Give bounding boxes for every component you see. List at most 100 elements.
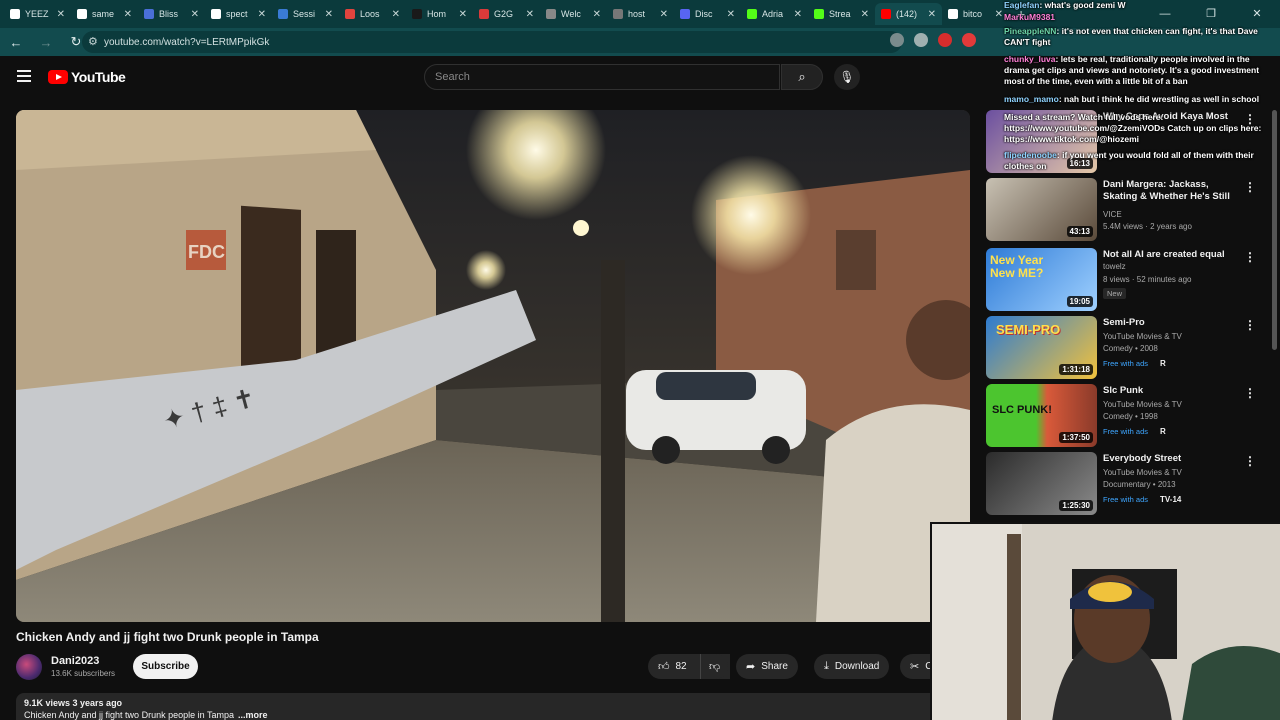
extension-icon[interactable]: [962, 33, 976, 47]
site-info-icon[interactable]: ⚙: [88, 35, 98, 48]
bookmark-star-icon[interactable]: [914, 33, 928, 47]
tab-close-icon[interactable]: ✕: [593, 9, 601, 20]
search-button[interactable]: ⌕: [781, 64, 823, 90]
recommendation-item[interactable]: 43:13 Dani Margera: Jackass, Skating & W…: [986, 178, 1266, 242]
address-bar[interactable]: ⚙ youtube.com/watch?v=LERtMPpikGk: [82, 31, 902, 53]
channel-name[interactable]: towelz: [1103, 262, 1126, 271]
recommendation-item[interactable]: 1:25:30 Everybody Street YouTube Movies …: [986, 452, 1266, 516]
browser-tab[interactable]: Sessi ✕: [272, 3, 339, 25]
youtube-logo[interactable]: YouTube: [48, 69, 126, 85]
recommendation-title[interactable]: Not all AI are created equal: [1103, 249, 1243, 261]
chat-message: flipedenoobe: if you went you would fold…: [1004, 150, 1276, 172]
forward-icon[interactable]: →: [36, 35, 56, 50]
tab-label: Disc: [695, 9, 713, 19]
browser-tab[interactable]: Hom ✕: [406, 3, 473, 25]
youtube-wordmark: YouTube: [71, 69, 126, 85]
browser-tab[interactable]: same ✕: [71, 3, 138, 25]
tab-label: bitco: [963, 9, 983, 19]
description-box[interactable]: 9.1K views 3 years ago Chicken Andy and …: [16, 693, 946, 720]
channel-name[interactable]: YouTube Movies & TV: [1103, 332, 1182, 341]
tab-close-icon[interactable]: ✕: [459, 9, 467, 20]
menu-icon[interactable]: [17, 70, 31, 82]
browser-tab[interactable]: G2G ✕: [473, 3, 540, 25]
search-input[interactable]: Search: [424, 64, 780, 90]
more-options-icon[interactable]: ⋮: [1244, 386, 1256, 400]
recommendation-item[interactable]: New Year New ME? 19:05 Not all AI are cr…: [986, 248, 1266, 312]
url-text: youtube.com/watch?v=LERtMPpikGk: [104, 36, 270, 48]
browser-tab[interactable]: YEEZ ✕: [4, 3, 71, 25]
recommendation-title[interactable]: Semi-Pro: [1103, 317, 1243, 329]
tab-close-icon[interactable]: ✕: [526, 9, 534, 20]
microphone-icon: 🎙: [839, 70, 855, 84]
browser-tab[interactable]: bitco ✕: [942, 3, 1009, 25]
subscribe-button[interactable]: Subscribe: [133, 654, 198, 679]
channel-name[interactable]: YouTube Movies & TV: [1103, 468, 1182, 477]
thumbs-up-icon: 👍︎: [658, 661, 670, 673]
browser-tab[interactable]: Adria ✕: [741, 3, 808, 25]
video-thumbnail[interactable]: SLC PUNK! 1:37:50: [986, 384, 1097, 447]
video-thumbnail[interactable]: SEMI-PRO 1:31:18: [986, 316, 1097, 379]
more-options-icon[interactable]: ⋮: [1244, 180, 1256, 194]
voice-search-button[interactable]: 🎙: [834, 64, 860, 90]
extension-icon[interactable]: [938, 33, 952, 47]
browser-tab[interactable]: Bliss ✕: [138, 3, 205, 25]
browser-tab[interactable]: Loos ✕: [339, 3, 406, 25]
more-options-icon[interactable]: ⋮: [1244, 454, 1256, 468]
tab-close-icon[interactable]: ✕: [794, 9, 802, 20]
tab-favicon-icon: [211, 9, 221, 19]
tab-close-icon[interactable]: ✕: [57, 9, 65, 20]
browser-tab[interactable]: (142) ✕: [875, 3, 942, 25]
browser-tab[interactable]: Disc ✕: [674, 3, 741, 25]
thumbnail-text: SLC PUNK!: [992, 404, 1052, 416]
show-more-link[interactable]: ...more: [238, 710, 268, 720]
back-icon[interactable]: ←: [6, 35, 26, 50]
recommendation-title[interactable]: Everybody Street: [1103, 453, 1243, 465]
channel-row: Dani2023 13.6K subscribers Subscribe 👍︎ …: [16, 652, 966, 682]
tab-close-icon[interactable]: ✕: [928, 9, 936, 20]
thumbs-down-icon: 👎︎: [709, 661, 721, 673]
search-icon: ⌕: [798, 69, 806, 84]
browser-tab[interactable]: Welc ✕: [540, 3, 607, 25]
tab-close-icon[interactable]: ✕: [995, 9, 1003, 20]
download-icon: ⤓: [824, 660, 829, 672]
channel-name[interactable]: VICE: [1103, 210, 1122, 219]
more-options-icon[interactable]: ⋮: [1244, 318, 1256, 332]
tab-favicon-icon: [10, 9, 20, 19]
scissors-icon: ✂: [910, 661, 920, 673]
video-thumbnail[interactable]: New Year New ME? 19:05: [986, 248, 1097, 311]
free-with-ads-badge: Free with ads: [1103, 495, 1149, 504]
tab-close-icon[interactable]: ✕: [861, 9, 869, 20]
dislike-button[interactable]: 👎︎: [700, 654, 728, 679]
video-thumbnail[interactable]: 1:25:30: [986, 452, 1097, 515]
share-button[interactable]: ➦ Share: [736, 654, 798, 679]
video-thumbnail[interactable]: 43:13: [986, 178, 1097, 241]
browser-tab[interactable]: Strea ✕: [808, 3, 875, 25]
content-rating: R: [1160, 359, 1166, 368]
channel-avatar[interactable]: [16, 654, 42, 680]
channel-name[interactable]: YouTube Movies & TV: [1103, 400, 1182, 409]
browser-tab[interactable]: host ✕: [607, 3, 674, 25]
chat-username: mamo_mamo: [1004, 94, 1059, 104]
recommendation-title[interactable]: Dani Margera: Jackass, Skating & Whether…: [1103, 179, 1243, 203]
chat-message: Missed a stream? Watch full vods here: h…: [1004, 112, 1276, 145]
cast-icon[interactable]: [890, 33, 904, 47]
tab-close-icon[interactable]: ✕: [258, 9, 266, 20]
tab-close-icon[interactable]: ✕: [325, 9, 333, 20]
browser-tab[interactable]: spect ✕: [205, 3, 272, 25]
more-options-icon[interactable]: ⋮: [1244, 250, 1256, 264]
download-button[interactable]: ⤓ Download: [814, 654, 890, 679]
tab-close-icon[interactable]: ✕: [191, 9, 199, 20]
video-player[interactable]: FDC ✦ † ‡ ✝: [16, 110, 970, 622]
tab-close-icon[interactable]: ✕: [660, 9, 668, 20]
tab-favicon-icon: [881, 9, 891, 19]
chat-username: flipedenoobe: [1004, 150, 1057, 160]
recommendation-item[interactable]: SEMI-PRO 1:31:18 Semi-Pro YouTube Movies…: [986, 316, 1266, 380]
tab-close-icon[interactable]: ✕: [727, 9, 735, 20]
recommendation-title[interactable]: Slc Punk: [1103, 385, 1243, 397]
recommendation-item[interactable]: SLC PUNK! 1:37:50 Slc Punk YouTube Movie…: [986, 384, 1266, 448]
genre-year: Comedy • 1998: [1103, 412, 1158, 421]
tab-favicon-icon: [412, 9, 422, 19]
tab-close-icon[interactable]: ✕: [124, 9, 132, 20]
channel-name[interactable]: Dani2023: [51, 655, 99, 667]
tab-close-icon[interactable]: ✕: [392, 9, 400, 20]
